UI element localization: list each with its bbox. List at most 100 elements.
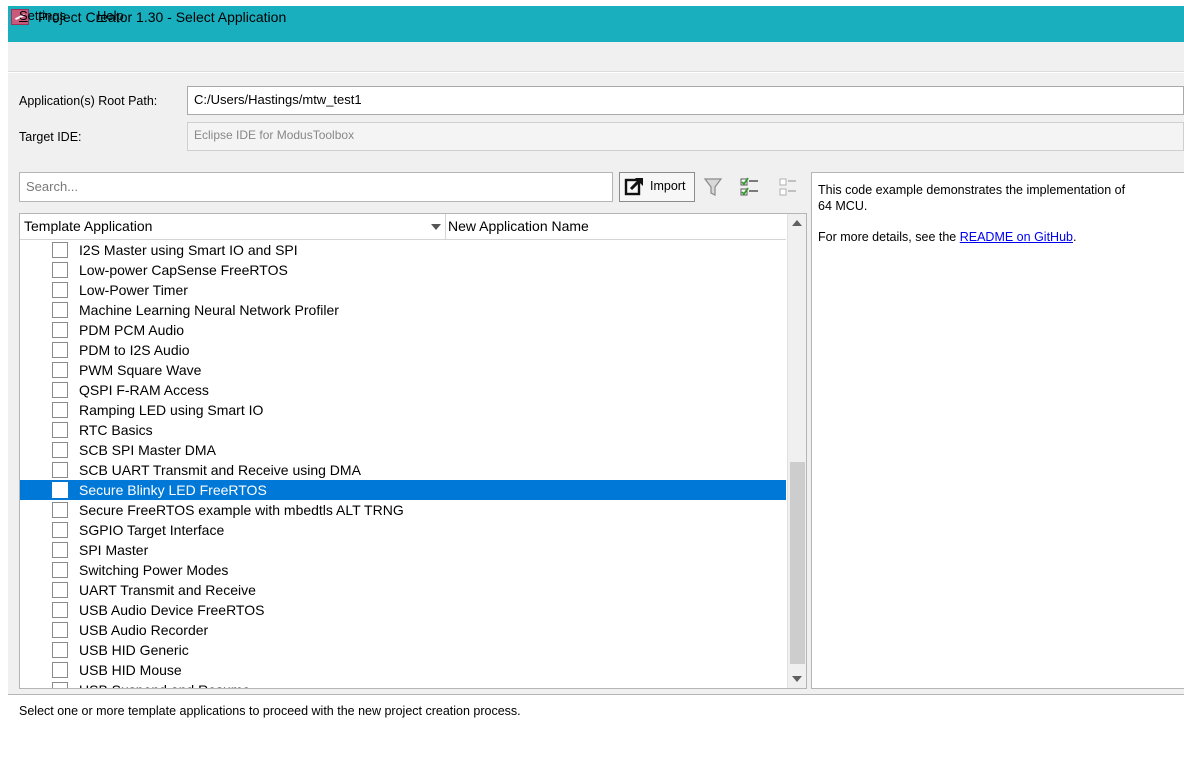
row-label: Low-Power Timer (79, 282, 188, 298)
table-row[interactable]: Low-power CapSense FreeRTOS (20, 260, 786, 280)
row-checkbox[interactable] (52, 542, 68, 558)
table-row[interactable]: SPI Master (20, 540, 786, 560)
menu-help-mnemonic: H (97, 8, 107, 23)
table-row[interactable]: PDM to I2S Audio (20, 340, 786, 360)
menu-help[interactable]: Help (97, 8, 124, 23)
table-row[interactable]: Secure FreeRTOS example with mbedtls ALT… (20, 500, 786, 520)
scroll-down-icon[interactable] (788, 672, 806, 686)
column-divider[interactable] (445, 214, 446, 240)
scroll-up-icon[interactable] (788, 216, 806, 230)
select-all-icon[interactable] (739, 176, 761, 198)
row-label: USB Suspend and Resume (79, 682, 250, 688)
scroll-thumb[interactable] (790, 462, 805, 664)
table-row[interactable]: SGPIO Target Interface (20, 520, 786, 540)
row-checkbox[interactable] (52, 402, 68, 418)
template-rows: I2S Master using Smart IO and SPI Low-pow… (20, 240, 786, 688)
row-checkbox[interactable] (52, 582, 68, 598)
table-row[interactable]: USB Audio Recorder (20, 620, 786, 640)
description-text: This code example demonstrates the imple… (818, 183, 1126, 197)
row-label: SCB UART Transmit and Receive using DMA (79, 462, 361, 478)
row-label: Ramping LED using Smart IO (79, 402, 264, 418)
row-label: Low-power CapSense FreeRTOS (79, 262, 288, 278)
table-row[interactable]: USB Suspend and Resume (20, 680, 786, 688)
row-label: PDM to I2S Audio (79, 342, 190, 358)
column-header-new-name[interactable]: New Application Name (448, 218, 589, 234)
description-text-2: 64 MCU. (818, 199, 868, 213)
menu-bar (8, 42, 1184, 72)
target-ide-label: Target IDE: (19, 130, 82, 144)
row-checkbox[interactable] (52, 562, 68, 578)
row-checkbox[interactable] (52, 242, 68, 258)
row-checkbox[interactable] (52, 442, 68, 458)
row-label: USB HID Generic (79, 642, 189, 658)
deselect-all-icon[interactable] (777, 176, 799, 198)
target-ide-field[interactable]: Eclipse IDE for ModusToolbox (187, 122, 1184, 151)
row-checkbox[interactable] (52, 482, 68, 498)
table-row[interactable]: RTC Basics (20, 420, 786, 440)
row-label: Secure FreeRTOS example with mbedtls ALT… (79, 502, 404, 518)
table-row[interactable]: PDM PCM Audio (20, 320, 786, 340)
table-row[interactable]: Switching Power Modes (20, 560, 786, 580)
row-label: QSPI F-RAM Access (79, 382, 209, 398)
root-path-field[interactable]: C:/Users/Hastings/mtw_test1 (187, 86, 1184, 115)
row-checkbox[interactable] (52, 462, 68, 478)
table-row[interactable]: USB HID Mouse (20, 660, 786, 680)
row-checkbox[interactable] (52, 322, 68, 338)
readme-link[interactable]: README on GitHub (960, 230, 1073, 244)
row-label: PWM Square Wave (79, 362, 202, 378)
table-row[interactable]: Machine Learning Neural Network Profiler (20, 300, 786, 320)
row-label: SPI Master (79, 542, 149, 558)
row-checkbox[interactable] (52, 422, 68, 438)
table-header: Template Application New Application Nam… (20, 214, 786, 240)
window-title: Project Creator 1.30 - Select Applicatio… (38, 9, 287, 25)
row-checkbox[interactable] (52, 682, 68, 688)
row-label: Switching Power Modes (79, 562, 229, 578)
row-checkbox[interactable] (52, 522, 68, 538)
row-label: RTC Basics (79, 422, 153, 438)
table-row[interactable]: USB HID Generic (20, 640, 786, 660)
row-checkbox[interactable] (52, 302, 68, 318)
menu-settings-label: ettings (27, 8, 66, 23)
row-checkbox[interactable] (52, 502, 68, 518)
description-pane: This code example demonstrates the imple… (811, 172, 1184, 689)
table-row[interactable]: Low-Power Timer (20, 280, 786, 300)
row-label: I2S Master using Smart IO and SPI (79, 242, 298, 258)
table-row[interactable]: Secure Blinky LED FreeRTOS (20, 480, 786, 500)
row-label: Secure Blinky LED FreeRTOS (79, 482, 267, 498)
table-row[interactable]: USB Audio Device FreeRTOS (20, 600, 786, 620)
table-row[interactable]: SCB UART Transmit and Receive using DMA (20, 460, 786, 480)
table-row[interactable]: QSPI F-RAM Access (20, 380, 786, 400)
menu-settings-mnemonic: S (19, 8, 28, 23)
row-checkbox[interactable] (52, 382, 68, 398)
table-row[interactable]: SCB SPI Master DMA (20, 440, 786, 460)
filter-icon[interactable] (702, 176, 724, 198)
row-label: USB HID Mouse (79, 662, 182, 678)
search-input[interactable]: Search... (19, 172, 613, 202)
table-row[interactable]: UART Transmit and Receive (20, 580, 786, 600)
menu-settings[interactable]: Settings (19, 8, 66, 23)
row-label: USB Audio Recorder (79, 622, 209, 638)
row-label: USB Audio Device FreeRTOS (79, 602, 265, 618)
row-checkbox[interactable] (52, 622, 68, 638)
status-message: Select one or more template applications… (8, 694, 1184, 759)
sort-arrow-icon (431, 224, 441, 230)
window-left-edge (0, 0, 8, 759)
row-checkbox[interactable] (52, 342, 68, 358)
table-row[interactable]: Ramping LED using Smart IO (20, 400, 786, 420)
row-label: UART Transmit and Receive (79, 582, 256, 598)
more-details-suffix: . (1072, 230, 1077, 244)
row-checkbox[interactable] (52, 362, 68, 378)
row-checkbox[interactable] (52, 602, 68, 618)
column-header-template[interactable]: Template Application (24, 218, 152, 234)
table-row[interactable]: I2S Master using Smart IO and SPI (20, 240, 786, 260)
row-checkbox[interactable] (52, 662, 68, 678)
row-checkbox[interactable] (52, 642, 68, 658)
more-details-text: For more details, see the (818, 230, 960, 244)
import-icon (624, 176, 646, 196)
row-checkbox[interactable] (52, 282, 68, 298)
vertical-scrollbar[interactable] (787, 214, 806, 688)
row-label: Machine Learning Neural Network Profiler (79, 302, 339, 318)
row-checkbox[interactable] (52, 262, 68, 278)
table-row[interactable]: PWM Square Wave (20, 360, 786, 380)
row-label: PDM PCM Audio (79, 322, 185, 338)
